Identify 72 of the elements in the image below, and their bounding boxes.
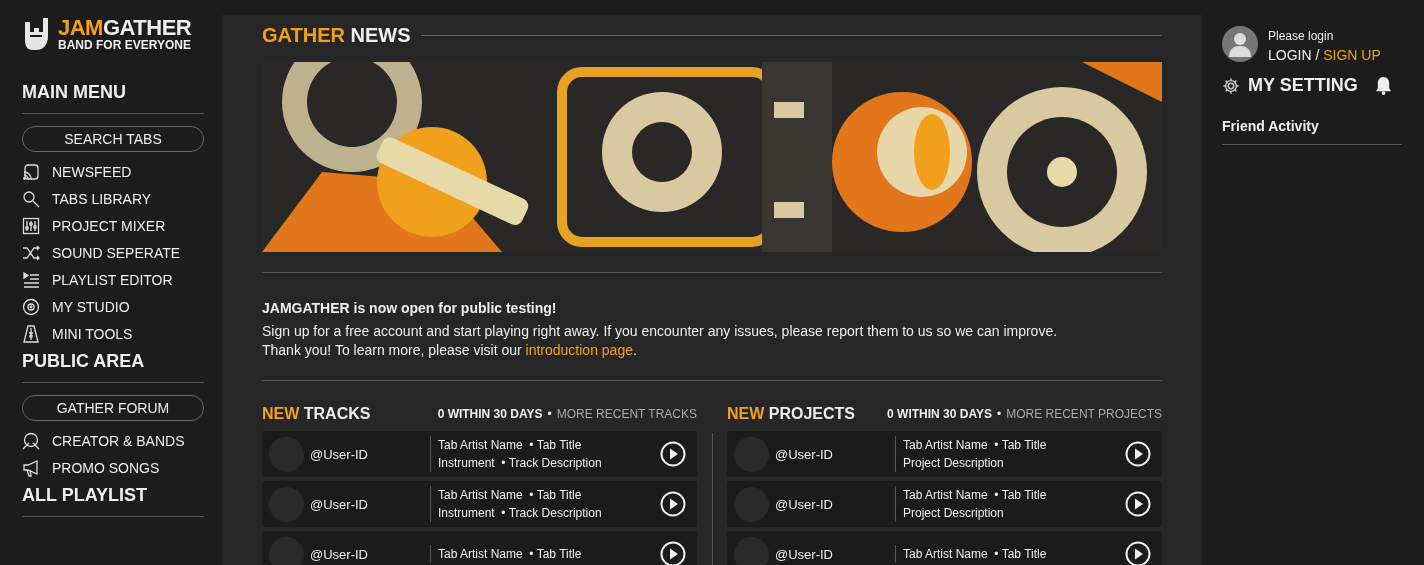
row-title: Tab Artist Name • Tab Title [438,487,583,504]
section-heading: ALL PLAYLIST [22,485,148,506]
cast-icon [22,162,40,181]
separator-dot: • [997,407,1002,421]
introduction-link[interactable]: introduction page [525,342,633,358]
row-description: Project Description [903,455,1005,472]
play-icon[interactable] [660,441,686,467]
count-label: 0 WITHIN 30 DAYS [437,407,543,421]
list-row[interactable]: @User-ID Tab Artist Name • Tab Title [262,531,697,565]
play-icon[interactable] [660,541,686,565]
row-description: Instrument • Track Description [438,505,603,522]
list-heading: NEW TRACKS [262,405,371,423]
login-link[interactable]: LOGIN [1268,47,1312,63]
sidebar-menu-item[interactable]: PROJECT MIXER [52,217,166,234]
row-description: Instrument • Track Description [438,455,603,472]
user-id: @User-ID [775,546,834,562]
login-prompt: Please login [1268,29,1335,43]
user-id: @User-ID [310,546,369,562]
sidebar-menu-item[interactable]: SOUND SEPERATE [52,244,181,261]
row-title: Tab Artist Name • Tab Title [903,546,1048,563]
list-row[interactable]: @User-ID Tab Artist Name • Tab Title Instrument • Track Description [262,431,697,477]
section-heading: PUBLIC AREA [22,351,146,372]
playlist-icon [22,270,40,289]
settings-heading: MY SETTING [1248,75,1359,96]
metronome-icon [22,324,40,343]
mixer-icon [22,216,40,235]
sidebar-menu-item[interactable]: TABS LIBRARY [52,190,152,207]
play-icon[interactable] [1125,491,1151,517]
signup-link[interactable]: SIGN UP [1323,47,1381,63]
shuffle-icon [22,243,40,262]
drum-icon [22,431,40,450]
user-id: @User-ID [310,496,369,512]
more-link[interactable]: MORE RECENT PROJECTS [1006,407,1162,421]
megaphone-icon [22,458,40,477]
separator-slash: / [1315,47,1320,63]
play-icon[interactable] [1125,541,1151,565]
notification-bell-icon[interactable] [1375,76,1392,95]
settings-icon[interactable] [1222,76,1240,95]
sidebar-menu-item[interactable]: PLAYLIST EDITOR [52,271,173,288]
brand-logo-text: JAMGATHER [58,16,192,39]
user-id: @User-ID [775,496,834,512]
notice-text: Sign up for a free account and start playing right away. If you encounter any issues, please report them to us so we can improve. Thank you! To learn more, please visit our introduction page. [262,322,1059,360]
list-heading: NEW PROJECTS [727,405,855,423]
row-description: Project Description [903,505,1005,522]
sidebar-menu-item[interactable]: CREATOR & BANDS [52,432,185,449]
sidebar-menu-item[interactable]: PROMO SONGS [52,459,160,476]
section-heading: MAIN MENU [22,82,127,103]
user-id: @User-ID [775,446,834,462]
list-row[interactable]: @User-ID Tab Artist Name • Tab Title Project Description [727,481,1162,527]
play-icon[interactable] [660,491,686,517]
news-heading: GATHER NEWS [262,23,411,47]
search-icon [22,189,40,208]
user-id: @User-ID [310,446,369,462]
list-row[interactable]: @User-ID Tab Artist Name • Tab Title Instrument • Track Description [262,481,697,527]
user-avatar-icon [1222,26,1258,62]
tagline: BAND FOR EVERYONE [58,38,192,52]
play-icon[interactable] [1125,441,1151,467]
sidebar-menu-item[interactable]: MY STUDIO [52,298,130,315]
count-label: 0 WITHIN 30 DAYS [887,407,992,421]
row-title: Tab Artist Name • Tab Title [438,437,583,454]
list-row[interactable]: @User-ID Tab Artist Name • Tab Title [727,531,1162,565]
sidebar-menu-item[interactable]: NEWSFEED [52,163,132,180]
row-title: Tab Artist Name • Tab Title [903,487,1048,504]
list-row[interactable]: @User-ID Tab Artist Name • Tab Title Project Description [727,431,1162,477]
separator-dot: • [547,407,552,421]
sidebar-menu-item[interactable]: MINI TOOLS [52,325,133,342]
row-title: Tab Artist Name • Tab Title [438,546,583,563]
row-title: Tab Artist Name • Tab Title [903,437,1048,454]
notice-heading: JAMGATHER is now open for public testing! [262,300,558,316]
disc-icon [22,297,40,316]
friend-activity-heading: Friend Activity [1222,118,1320,134]
more-link[interactable]: MORE RECENT TRACKS [556,407,697,421]
